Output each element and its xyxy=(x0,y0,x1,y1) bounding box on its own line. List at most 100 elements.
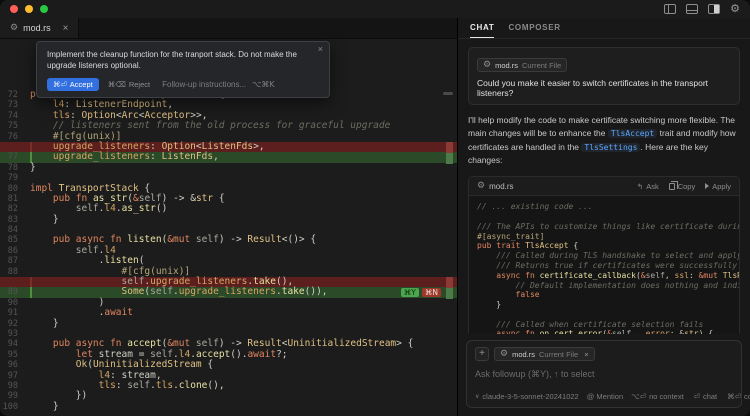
reject-button[interactable]: ⌘⌫ Reject xyxy=(108,80,150,89)
mention-button[interactable]: @ Mention xyxy=(587,392,623,401)
gear-icon[interactable]: ⚙ xyxy=(730,4,740,14)
line-number: 99 xyxy=(0,391,30,401)
user-message-card: ⚙ mod.rs Current File Could you make it … xyxy=(468,47,740,105)
tab-composer[interactable]: COMPOSER xyxy=(508,18,560,38)
no-context-button[interactable]: ⌥⏎ no context xyxy=(631,392,684,401)
line-number: 82 xyxy=(0,204,30,214)
code-line[interactable]: async fn certificate_callback(&self, ssl… xyxy=(477,271,731,281)
submit-shortcuts: ⌥⏎ no context ⏎ chat ⌘⏎ codebase ∨ xyxy=(631,392,750,401)
line-number: 98 xyxy=(0,381,30,391)
line-number: 85 xyxy=(0,235,30,245)
copy-icon xyxy=(669,183,675,190)
tab-label: mod.rs xyxy=(23,23,51,33)
code-text: // Default implementation does nothing a… xyxy=(477,281,731,291)
reject-diff-badge[interactable]: ⌘N xyxy=(422,288,441,298)
model-selector[interactable]: ∨ claude-3-5-sonnet-20241022 xyxy=(475,392,579,401)
rust-file-icon: ⚙ xyxy=(477,181,485,191)
code-line[interactable]: 78} xyxy=(0,163,457,173)
code-text: #[async_trait] xyxy=(477,232,544,242)
code-line[interactable]: /// Called when certificate selection fa… xyxy=(477,320,731,330)
chat-input-box[interactable]: + ⚙ mod.rs Current File × Ask followup (… xyxy=(466,340,742,408)
accept-button[interactable]: ⌘⏎ Accept xyxy=(47,78,99,91)
line-number: 79 xyxy=(0,173,30,183)
code-line[interactable] xyxy=(477,310,731,320)
code-text: false xyxy=(477,290,540,300)
tab-chat[interactable]: CHAT xyxy=(470,18,494,38)
traffic-lights xyxy=(10,5,48,13)
line-number: 89 xyxy=(0,287,30,297)
code-line[interactable]: 82 self.l4.as_str() xyxy=(0,204,457,214)
line-number: 78 xyxy=(0,163,30,173)
minimap-add-marker xyxy=(446,153,453,164)
code-line[interactable]: // Default implementation does nothing a… xyxy=(477,281,731,291)
minimap-delete-marker xyxy=(446,142,453,153)
code-line[interactable]: // ... existing code ... xyxy=(477,202,731,212)
minimap-add-marker xyxy=(446,288,453,299)
code-text: upgrade_listeners: ListenFds, xyxy=(30,152,219,162)
added-code-line[interactable]: 77 upgrade_listeners: ListenFds, xyxy=(0,152,457,162)
toggle-left-panel-icon[interactable] xyxy=(664,4,676,14)
line-number: 92 xyxy=(0,319,30,329)
code-line[interactable]: #[async_trait] xyxy=(477,232,731,242)
context-file-chip[interactable]: ⚙ mod.rs Current File × xyxy=(494,347,595,361)
line-number: 84 xyxy=(0,225,30,235)
toggle-bottom-panel-icon[interactable] xyxy=(686,4,698,14)
line-number: 72 xyxy=(0,90,30,100)
code-line[interactable]: /// Returns true if certificates were su… xyxy=(477,261,731,271)
code-text: /// Called during TLS handshake to selec… xyxy=(477,251,731,261)
code-line[interactable]: } xyxy=(477,300,731,310)
code-line[interactable]: 91 .await xyxy=(0,308,457,318)
code-line[interactable]: false xyxy=(477,290,731,300)
code-line[interactable]: async fn on_cert_error(&self, _error: &s… xyxy=(477,329,731,334)
line-number: 77 xyxy=(0,152,30,162)
line-number: 97 xyxy=(0,371,30,381)
editor-tabbar: ⚙ mod.rs × xyxy=(0,18,457,39)
code-line[interactable]: /// Called during TLS handshake to selec… xyxy=(477,251,731,261)
remove-chip-icon[interactable]: × xyxy=(584,350,588,359)
tab-mod-rs[interactable]: ⚙ mod.rs × xyxy=(0,18,79,38)
codebase-submit-button[interactable]: ⌘⏎ codebase ∨ xyxy=(727,392,750,401)
zoom-window-button[interactable] xyxy=(40,5,48,13)
close-icon[interactable]: × xyxy=(318,44,323,54)
rust-file-icon: ⚙ xyxy=(500,349,508,359)
toggle-right-panel-icon[interactable] xyxy=(708,4,720,14)
followup-instructions-input[interactable]: Follow-up instructions... ⌥⌘K xyxy=(162,80,275,89)
inline-code: TlsAccept xyxy=(608,129,657,138)
apply-button[interactable]: Apply xyxy=(705,182,731,191)
chat-submit-button[interactable]: ⏎ chat xyxy=(694,392,717,401)
line-number: 94 xyxy=(0,339,30,349)
code-line[interactable]: 100 } xyxy=(0,402,457,412)
overview-ruler[interactable] xyxy=(443,39,457,416)
close-window-button[interactable] xyxy=(10,5,18,13)
current-file-badge: Current File xyxy=(539,350,578,359)
chat-input-placeholder[interactable]: Ask followup (⌘Y), ↑ to select xyxy=(475,369,733,380)
code-line[interactable]: pub trait TlsAccept { xyxy=(477,241,731,251)
ask-button[interactable]: ↰ Ask xyxy=(637,182,659,191)
code-editor[interactable]: 72pub(crate) struct TransportStack {73 l… xyxy=(0,39,457,416)
code-text: } xyxy=(477,300,501,310)
code-text: } xyxy=(30,319,59,329)
inline-code: TlsSettings xyxy=(581,143,640,152)
context-file-chip[interactable]: ⚙ mod.rs Current File xyxy=(477,58,567,72)
copy-button[interactable]: Copy xyxy=(669,182,696,191)
code-line[interactable]: 83 } xyxy=(0,215,457,225)
add-context-button[interactable]: + xyxy=(475,347,489,361)
code-text: /// Called when certificate selection fa… xyxy=(477,320,703,330)
minimap-delete-marker xyxy=(446,277,453,288)
assistant-message-text: I'll help modify the code to make certif… xyxy=(468,114,740,167)
code-block-filename: mod.rs xyxy=(489,182,513,191)
accept-diff-badge[interactable]: ⌘Y xyxy=(401,288,419,298)
code-text: pub trait TlsAccept { xyxy=(477,241,578,251)
code-line[interactable]: /// The APIs to customize things like ce… xyxy=(477,222,731,232)
minimize-window-button[interactable] xyxy=(25,5,33,13)
main-split: ⚙ mod.rs × 72pub(crate) struct Transport… xyxy=(0,18,750,416)
scrollbar-thumb[interactable] xyxy=(443,92,453,95)
line-number: 87 xyxy=(0,256,30,266)
user-message-text: Could you make it easier to switch certi… xyxy=(477,78,731,98)
line-number: 95 xyxy=(0,350,30,360)
tab-close-icon[interactable]: × xyxy=(63,23,69,34)
code-line[interactable] xyxy=(477,212,731,222)
code-line[interactable]: 99 }) xyxy=(0,391,457,401)
code-line[interactable]: 92 } xyxy=(0,319,457,329)
line-number: 76 xyxy=(0,132,30,142)
